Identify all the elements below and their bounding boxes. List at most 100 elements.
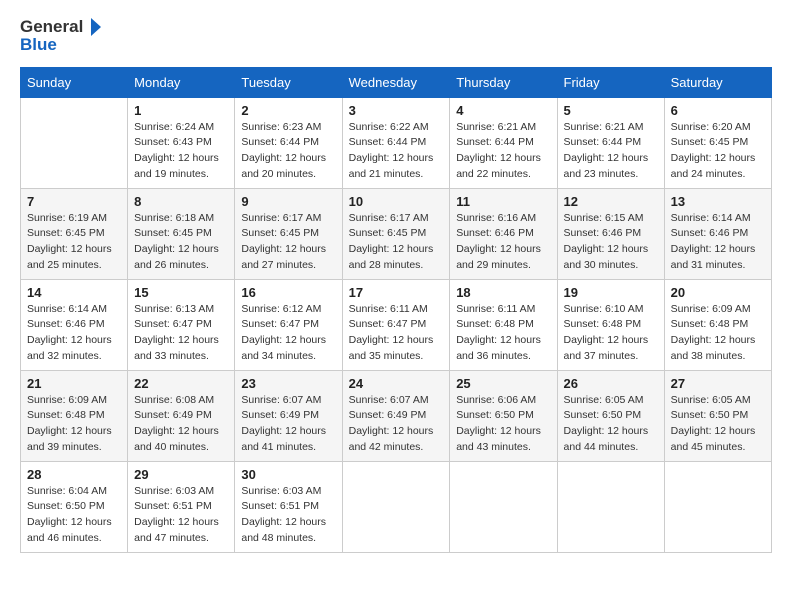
day-info: Sunrise: 6:09 AM Sunset: 6:48 PM Dayligh… — [27, 393, 121, 456]
day-info: Sunrise: 6:23 AM Sunset: 6:44 PM Dayligh… — [241, 120, 335, 183]
logo-blue-text: Blue — [20, 36, 103, 55]
calendar-cell: 27 Sunrise: 6:05 AM Sunset: 6:50 PM Dayli… — [664, 370, 771, 461]
calendar-cell: 4 Sunrise: 6:21 AM Sunset: 6:44 PM Daylig… — [450, 97, 557, 188]
day-info: Sunrise: 6:17 AM Sunset: 6:45 PM Dayligh… — [349, 211, 444, 274]
calendar-cell: 13 Sunrise: 6:14 AM Sunset: 6:46 PM Dayli… — [664, 188, 771, 279]
calendar-cell: 19 Sunrise: 6:10 AM Sunset: 6:48 PM Dayli… — [557, 279, 664, 370]
calendar-cell: 11Sunrise: 6:16 AM Sunset: 6:46 PM Dayli… — [450, 188, 557, 279]
day-number: 27 — [671, 376, 765, 391]
day-number: 13 — [671, 194, 765, 209]
day-number: 7 — [27, 194, 121, 209]
calendar-cell — [664, 461, 771, 552]
day-number: 9 — [241, 194, 335, 209]
day-number: 17 — [349, 285, 444, 300]
day-info: Sunrise: 6:05 AM Sunset: 6:50 PM Dayligh… — [671, 393, 765, 456]
calendar-cell: 26Sunrise: 6:05 AM Sunset: 6:50 PM Dayli… — [557, 370, 664, 461]
calendar-cell: 15 Sunrise: 6:13 AM Sunset: 6:47 PM Dayli… — [128, 279, 235, 370]
day-info: Sunrise: 6:04 AM Sunset: 6:50 PM Dayligh… — [27, 484, 121, 547]
day-number: 25 — [456, 376, 550, 391]
logo: General Blue — [20, 16, 103, 55]
calendar-cell — [21, 97, 128, 188]
day-info: Sunrise: 6:21 AM Sunset: 6:44 PM Dayligh… — [564, 120, 658, 183]
calendar-cell: 6 Sunrise: 6:20 AM Sunset: 6:45 PM Daylig… — [664, 97, 771, 188]
day-info: Sunrise: 6:13 AM Sunset: 6:47 PM Dayligh… — [134, 302, 228, 365]
calendar-cell — [557, 461, 664, 552]
calendar-cell: 7 Sunrise: 6:19 AM Sunset: 6:45 PM Daylig… — [21, 188, 128, 279]
day-info: Sunrise: 6:11 AM Sunset: 6:47 PM Dayligh… — [349, 302, 444, 365]
weekday-header: Saturday — [664, 67, 771, 97]
day-info: Sunrise: 6:14 AM Sunset: 6:46 PM Dayligh… — [27, 302, 121, 365]
calendar-cell: 1 Sunrise: 6:24 AM Sunset: 6:43 PM Daylig… — [128, 97, 235, 188]
calendar-cell: 23Sunrise: 6:07 AM Sunset: 6:49 PM Dayli… — [235, 370, 342, 461]
day-info: Sunrise: 6:20 AM Sunset: 6:45 PM Dayligh… — [671, 120, 765, 183]
day-info: Sunrise: 6:15 AM Sunset: 6:46 PM Dayligh… — [564, 211, 658, 274]
day-info: Sunrise: 6:16 AM Sunset: 6:46 PM Dayligh… — [456, 211, 550, 274]
day-number: 18 — [456, 285, 550, 300]
day-info: Sunrise: 6:17 AM Sunset: 6:45 PM Dayligh… — [241, 211, 335, 274]
weekday-header: Wednesday — [342, 67, 450, 97]
logo-arrow-icon — [85, 16, 103, 38]
day-number: 29 — [134, 467, 228, 482]
day-number: 12 — [564, 194, 658, 209]
calendar-cell: 25 Sunrise: 6:06 AM Sunset: 6:50 PM Dayli… — [450, 370, 557, 461]
weekday-header: Friday — [557, 67, 664, 97]
calendar-cell: 29 Sunrise: 6:03 AM Sunset: 6:51 PM Dayli… — [128, 461, 235, 552]
page-header: General Blue — [20, 16, 772, 55]
day-info: Sunrise: 6:06 AM Sunset: 6:50 PM Dayligh… — [456, 393, 550, 456]
logo-container: General Blue — [20, 16, 103, 55]
day-info: Sunrise: 6:08 AM Sunset: 6:49 PM Dayligh… — [134, 393, 228, 456]
day-number: 28 — [27, 467, 121, 482]
day-number: 30 — [241, 467, 335, 482]
day-info: Sunrise: 6:24 AM Sunset: 6:43 PM Dayligh… — [134, 120, 228, 183]
day-info: Sunrise: 6:18 AM Sunset: 6:45 PM Dayligh… — [134, 211, 228, 274]
day-number: 4 — [456, 103, 550, 118]
calendar-cell: 22 Sunrise: 6:08 AM Sunset: 6:49 PM Dayli… — [128, 370, 235, 461]
day-info: Sunrise: 6:09 AM Sunset: 6:48 PM Dayligh… — [671, 302, 765, 365]
day-number: 21 — [27, 376, 121, 391]
day-number: 15 — [134, 285, 228, 300]
day-info: Sunrise: 6:14 AM Sunset: 6:46 PM Dayligh… — [671, 211, 765, 274]
calendar-cell: 3 Sunrise: 6:22 AM Sunset: 6:44 PM Daylig… — [342, 97, 450, 188]
weekday-header: Monday — [128, 67, 235, 97]
calendar-cell — [342, 461, 450, 552]
calendar-cell: 24Sunrise: 6:07 AM Sunset: 6:49 PM Dayli… — [342, 370, 450, 461]
calendar-cell: 18 Sunrise: 6:11 AM Sunset: 6:48 PM Dayli… — [450, 279, 557, 370]
day-info: Sunrise: 6:03 AM Sunset: 6:51 PM Dayligh… — [241, 484, 335, 547]
day-number: 1 — [134, 103, 228, 118]
day-number: 14 — [27, 285, 121, 300]
day-number: 6 — [671, 103, 765, 118]
day-info: Sunrise: 6:03 AM Sunset: 6:51 PM Dayligh… — [134, 484, 228, 547]
day-number: 23 — [241, 376, 335, 391]
calendar-cell: 28 Sunrise: 6:04 AM Sunset: 6:50 PM Dayli… — [21, 461, 128, 552]
day-info: Sunrise: 6:11 AM Sunset: 6:48 PM Dayligh… — [456, 302, 550, 365]
day-number: 19 — [564, 285, 658, 300]
calendar-cell: 16 Sunrise: 6:12 AM Sunset: 6:47 PM Dayli… — [235, 279, 342, 370]
calendar-cell: 21 Sunrise: 6:09 AM Sunset: 6:48 PM Dayli… — [21, 370, 128, 461]
calendar-table: SundayMondayTuesdayWednesdayThursdayFrid… — [20, 67, 772, 553]
calendar-cell: 9 Sunrise: 6:17 AM Sunset: 6:45 PM Daylig… — [235, 188, 342, 279]
day-info: Sunrise: 6:22 AM Sunset: 6:44 PM Dayligh… — [349, 120, 444, 183]
calendar-header: SundayMondayTuesdayWednesdayThursdayFrid… — [21, 67, 772, 97]
day-info: Sunrise: 6:12 AM Sunset: 6:47 PM Dayligh… — [241, 302, 335, 365]
calendar-cell — [450, 461, 557, 552]
calendar-cell: 30 Sunrise: 6:03 AM Sunset: 6:51 PM Dayli… — [235, 461, 342, 552]
calendar-cell: 10Sunrise: 6:17 AM Sunset: 6:45 PM Dayli… — [342, 188, 450, 279]
day-number: 16 — [241, 285, 335, 300]
calendar-cell: 14 Sunrise: 6:14 AM Sunset: 6:46 PM Dayli… — [21, 279, 128, 370]
calendar-cell: 12 Sunrise: 6:15 AM Sunset: 6:46 PM Dayli… — [557, 188, 664, 279]
day-number: 5 — [564, 103, 658, 118]
day-info: Sunrise: 6:10 AM Sunset: 6:48 PM Dayligh… — [564, 302, 658, 365]
day-number: 22 — [134, 376, 228, 391]
calendar-cell: 5 Sunrise: 6:21 AM Sunset: 6:44 PM Daylig… — [557, 97, 664, 188]
calendar-cell: 8Sunrise: 6:18 AM Sunset: 6:45 PM Daylig… — [128, 188, 235, 279]
day-info: Sunrise: 6:21 AM Sunset: 6:44 PM Dayligh… — [456, 120, 550, 183]
weekday-header: Tuesday — [235, 67, 342, 97]
weekday-header: Sunday — [21, 67, 128, 97]
day-info: Sunrise: 6:07 AM Sunset: 6:49 PM Dayligh… — [349, 393, 444, 456]
day-number: 3 — [349, 103, 444, 118]
day-number: 26 — [564, 376, 658, 391]
weekday-header: Thursday — [450, 67, 557, 97]
logo-general-text: General — [20, 18, 83, 37]
day-info: Sunrise: 6:19 AM Sunset: 6:45 PM Dayligh… — [27, 211, 121, 274]
calendar-cell: 20Sunrise: 6:09 AM Sunset: 6:48 PM Dayli… — [664, 279, 771, 370]
